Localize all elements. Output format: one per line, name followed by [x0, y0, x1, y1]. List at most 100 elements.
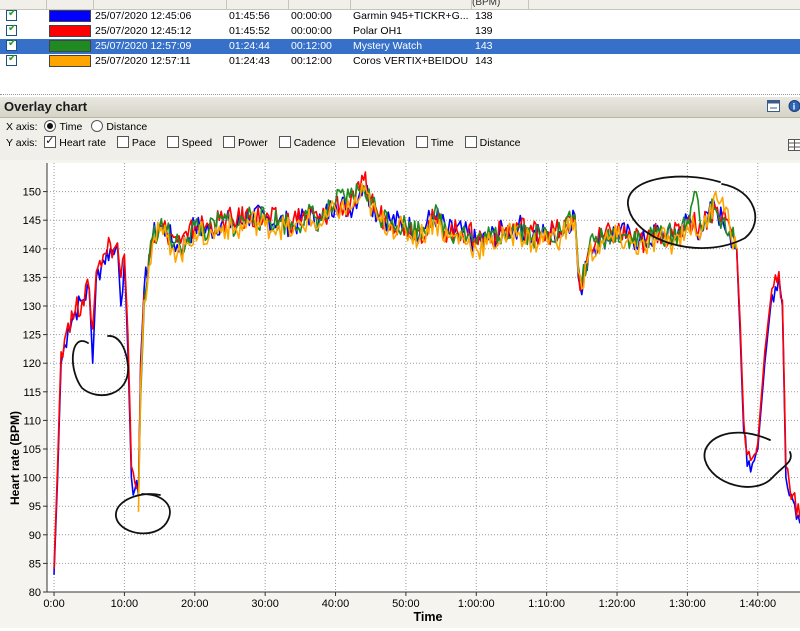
row-checkbox[interactable] — [6, 10, 17, 21]
check-power-box[interactable] — [223, 136, 235, 148]
table-row[interactable]: 25/07/2020 12:57:0901:24:4400:12:00Myste… — [0, 39, 800, 54]
y-tick-label: 100 — [23, 473, 41, 485]
x-tick-label: 1:30:00 — [669, 598, 706, 610]
minimize-icon[interactable] — [767, 100, 780, 112]
cell-duration: 01:45:52 — [229, 25, 270, 37]
y-tick-label: 80 — [29, 587, 41, 599]
x-tick-label: 10:00 — [111, 598, 139, 610]
check-power-label: Power — [238, 137, 268, 149]
check-power[interactable]: Power — [223, 137, 268, 149]
yaxis-row: Y axis: Heart rate Pace Speed Power Cade… — [6, 136, 521, 149]
check-time-box[interactable] — [416, 136, 428, 148]
table-row[interactable]: 25/07/2020 12:57:1101:24:4300:12:00Coros… — [0, 54, 800, 69]
series-color-swatch[interactable] — [49, 55, 91, 67]
x-tick-label: 0:00 — [43, 598, 64, 610]
check-elevation-label: Elevation — [362, 137, 405, 149]
cell-duration: 01:45:56 — [229, 10, 270, 22]
radio-time-button[interactable] — [44, 120, 56, 132]
series-color-swatch[interactable] — [49, 25, 91, 37]
y-tick-label: 120 — [23, 358, 41, 370]
y-tick-label: 135 — [23, 272, 41, 284]
y-tick-label: 150 — [23, 187, 41, 199]
check-distance-label: Distance — [480, 137, 521, 149]
column-divider — [226, 0, 227, 9]
radio-distance-button[interactable] — [91, 120, 103, 132]
y-tick-label: 95 — [29, 501, 41, 513]
cell-device: Coros VERTIX+BEIDOU — [353, 55, 468, 67]
column-divider — [46, 0, 47, 9]
check-elevation[interactable]: Elevation — [347, 137, 405, 149]
x-tick-label: 1:00:00 — [458, 598, 495, 610]
check-pace-label: Pace — [132, 137, 156, 149]
check-cadence-label: Cadence — [294, 137, 336, 149]
cell-start: 25/07/2020 12:45:06 — [95, 10, 191, 22]
x-axis-label: Time — [414, 610, 443, 624]
check-speed-label: Speed — [182, 137, 212, 149]
panel-titlebar: Overlay chart i — [0, 97, 800, 118]
y-tick-label: 115 — [23, 387, 41, 399]
check-elevation-box[interactable] — [347, 136, 359, 148]
x-tick-label: 40:00 — [322, 598, 350, 610]
cell-avg-hr: 143 — [475, 40, 493, 52]
xaxis-label: X axis: — [6, 121, 38, 133]
check-speed[interactable]: Speed — [167, 137, 212, 149]
column-divider — [471, 0, 472, 9]
check-pace[interactable]: Pace — [117, 137, 156, 149]
cell-avg-hr: 143 — [475, 55, 493, 67]
panel-title: Overlay chart — [4, 99, 87, 114]
x-tick-label: 1:10:00 — [528, 598, 565, 610]
check-time-label: Time — [431, 137, 454, 149]
x-tick-label: 1:40:00 — [739, 598, 776, 610]
info-icon[interactable]: i — [788, 100, 800, 112]
check-heart-rate[interactable]: Heart rate — [44, 137, 106, 149]
check-heart-rate-label: Heart rate — [59, 137, 106, 149]
row-checkbox[interactable] — [6, 55, 17, 66]
chart-area: 8085909510010511011512012513013514014515… — [0, 160, 800, 628]
radio-distance-label: Distance — [106, 121, 147, 133]
cell-offset: 00:00:00 — [291, 10, 332, 22]
y-tick-label: 140 — [23, 244, 41, 256]
check-speed-box[interactable] — [167, 136, 179, 148]
row-checkbox[interactable] — [6, 40, 17, 51]
check-pace-box[interactable] — [117, 136, 129, 148]
table-row[interactable]: 25/07/2020 12:45:1201:45:5200:00:00Polar… — [0, 24, 800, 39]
header-bpm: (BPM) — [472, 0, 500, 8]
column-divider — [528, 0, 529, 9]
y-tick-label: 85 — [29, 558, 41, 570]
check-cadence[interactable]: Cadence — [279, 137, 336, 149]
cell-offset: 00:12:00 — [291, 55, 332, 67]
series-color-swatch[interactable] — [49, 40, 91, 52]
column-divider — [350, 0, 351, 9]
cell-device: Garmin 945+TICKR+G... — [353, 10, 469, 22]
row-checkbox[interactable] — [6, 25, 17, 36]
sessions-table: (BPM) 25/07/2020 12:45:06 01:45:56 00:00:0… — [0, 0, 800, 96]
y-tick-label: 110 — [23, 415, 41, 427]
y-tick-label: 105 — [23, 444, 41, 456]
series-color-swatch[interactable] — [49, 10, 91, 22]
y-tick-label: 145 — [23, 215, 41, 227]
grid-icon[interactable] — [788, 139, 800, 151]
cell-start: 25/07/2020 12:57:09 — [95, 40, 191, 52]
check-distance[interactable]: Distance — [465, 137, 521, 149]
cell-duration: 01:24:43 — [229, 55, 270, 67]
column-divider — [93, 0, 94, 9]
cell-offset: 00:12:00 — [291, 40, 332, 52]
x-tick-label: 20:00 — [181, 598, 209, 610]
check-time[interactable]: Time — [416, 137, 454, 149]
cell-offset: 00:00:00 — [291, 25, 332, 37]
cell-start: 25/07/2020 12:45:12 — [95, 25, 191, 37]
radio-time[interactable]: Time — [44, 121, 82, 133]
radio-distance[interactable]: Distance — [91, 121, 147, 133]
y-tick-label: 125 — [23, 330, 41, 342]
table-row[interactable]: 25/07/2020 12:45:06 01:45:56 00:00:00 Garmi… — [0, 9, 800, 24]
cell-device: Mystery Watch — [353, 40, 422, 52]
y-tick-label: 130 — [23, 301, 41, 313]
yaxis-label: Y axis: — [6, 137, 37, 149]
check-cadence-box[interactable] — [279, 136, 291, 148]
check-heart-rate-box[interactable] — [44, 136, 56, 148]
x-tick-label: 30:00 — [251, 598, 279, 610]
x-tick-label: 50:00 — [392, 598, 420, 610]
check-distance-box[interactable] — [465, 136, 477, 148]
y-axis-label: Heart rate (BPM) — [8, 411, 22, 505]
x-tick-label: 1:20:00 — [599, 598, 636, 610]
